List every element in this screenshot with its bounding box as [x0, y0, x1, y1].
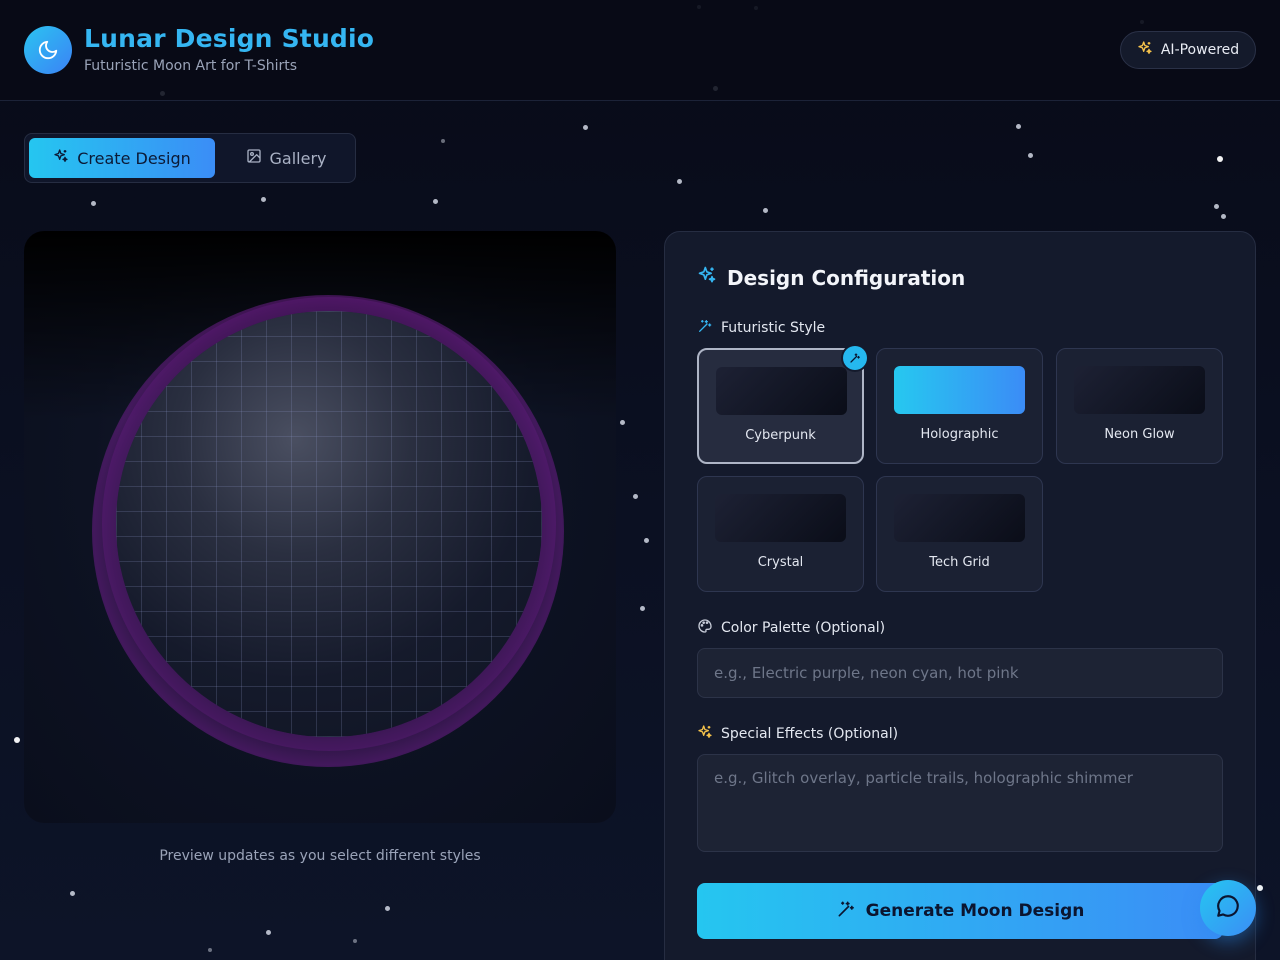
generate-label: Generate Moon Design	[865, 901, 1085, 921]
style-swatch	[715, 494, 846, 542]
panel-title: Design Configuration	[697, 265, 965, 290]
style-name: Tech Grid	[929, 555, 990, 570]
tab-label: Create Design	[77, 148, 191, 168]
image-icon	[246, 148, 262, 168]
style-option-neon-glow[interactable]: Neon Glow	[1056, 348, 1223, 464]
style-name: Cyberpunk	[745, 428, 816, 443]
special-effects-input[interactable]	[697, 754, 1223, 852]
style-name: Neon Glow	[1104, 427, 1175, 442]
style-swatch	[716, 367, 847, 415]
section-label-text: Color Palette (Optional)	[721, 620, 886, 636]
mode-tabs: Create Design Gallery	[24, 133, 356, 183]
tech-grid-overlay	[116, 311, 542, 737]
moon-icon	[24, 26, 72, 74]
chat-bubble-icon	[1215, 893, 1241, 923]
ai-powered-badge: AI-Powered	[1120, 31, 1256, 69]
sparkles-icon	[697, 265, 717, 290]
design-configuration-panel: Design Configuration Futuristic Style Cy…	[664, 231, 1256, 960]
section-label-text: Futuristic Style	[721, 320, 826, 336]
style-swatch	[894, 366, 1025, 414]
app-header: Lunar Design Studio Futuristic Moon Art …	[0, 0, 1280, 101]
app-title: Lunar Design Studio	[84, 24, 375, 53]
style-name: Holographic	[920, 427, 999, 442]
sparkles-icon	[53, 148, 69, 168]
moon-art	[116, 311, 542, 737]
magic-wand-icon	[697, 318, 713, 338]
style-option-tech-grid[interactable]: Tech Grid	[876, 476, 1043, 592]
style-swatch	[1074, 366, 1205, 414]
preview-caption: Preview updates as you select different …	[159, 848, 481, 864]
ai-powered-label: AI-Powered	[1160, 42, 1240, 58]
color-palette-label: Color Palette (Optional)	[697, 618, 885, 638]
style-name: Crystal	[757, 555, 804, 570]
color-palette-input[interactable]	[697, 648, 1223, 698]
style-option-holographic[interactable]: Holographic	[876, 348, 1043, 464]
style-swatch	[894, 494, 1025, 542]
selected-sparkle-icon	[843, 346, 867, 370]
chat-button[interactable]	[1200, 880, 1256, 936]
tab-create-design[interactable]: Create Design	[29, 138, 215, 178]
tab-label: Gallery	[269, 148, 327, 168]
special-effects-label: Special Effects (Optional)	[697, 724, 898, 744]
section-label-text: Special Effects (Optional)	[721, 726, 899, 742]
panel-title-text: Design Configuration	[727, 265, 966, 290]
futuristic-style-label: Futuristic Style	[697, 318, 825, 338]
design-preview	[24, 231, 616, 823]
palette-icon	[697, 618, 713, 638]
tab-gallery[interactable]: Gallery	[221, 138, 351, 178]
style-option-cyberpunk[interactable]: Cyberpunk	[697, 346, 867, 464]
app-subtitle: Futuristic Moon Art for T-Shirts	[84, 58, 298, 74]
style-option-crystal[interactable]: Crystal	[697, 476, 864, 592]
generate-moon-design-button[interactable]: Generate Moon Design	[697, 883, 1223, 939]
sparkles-icon	[697, 724, 713, 744]
magic-wand-icon	[836, 899, 856, 924]
sparkles-icon	[1137, 40, 1153, 60]
